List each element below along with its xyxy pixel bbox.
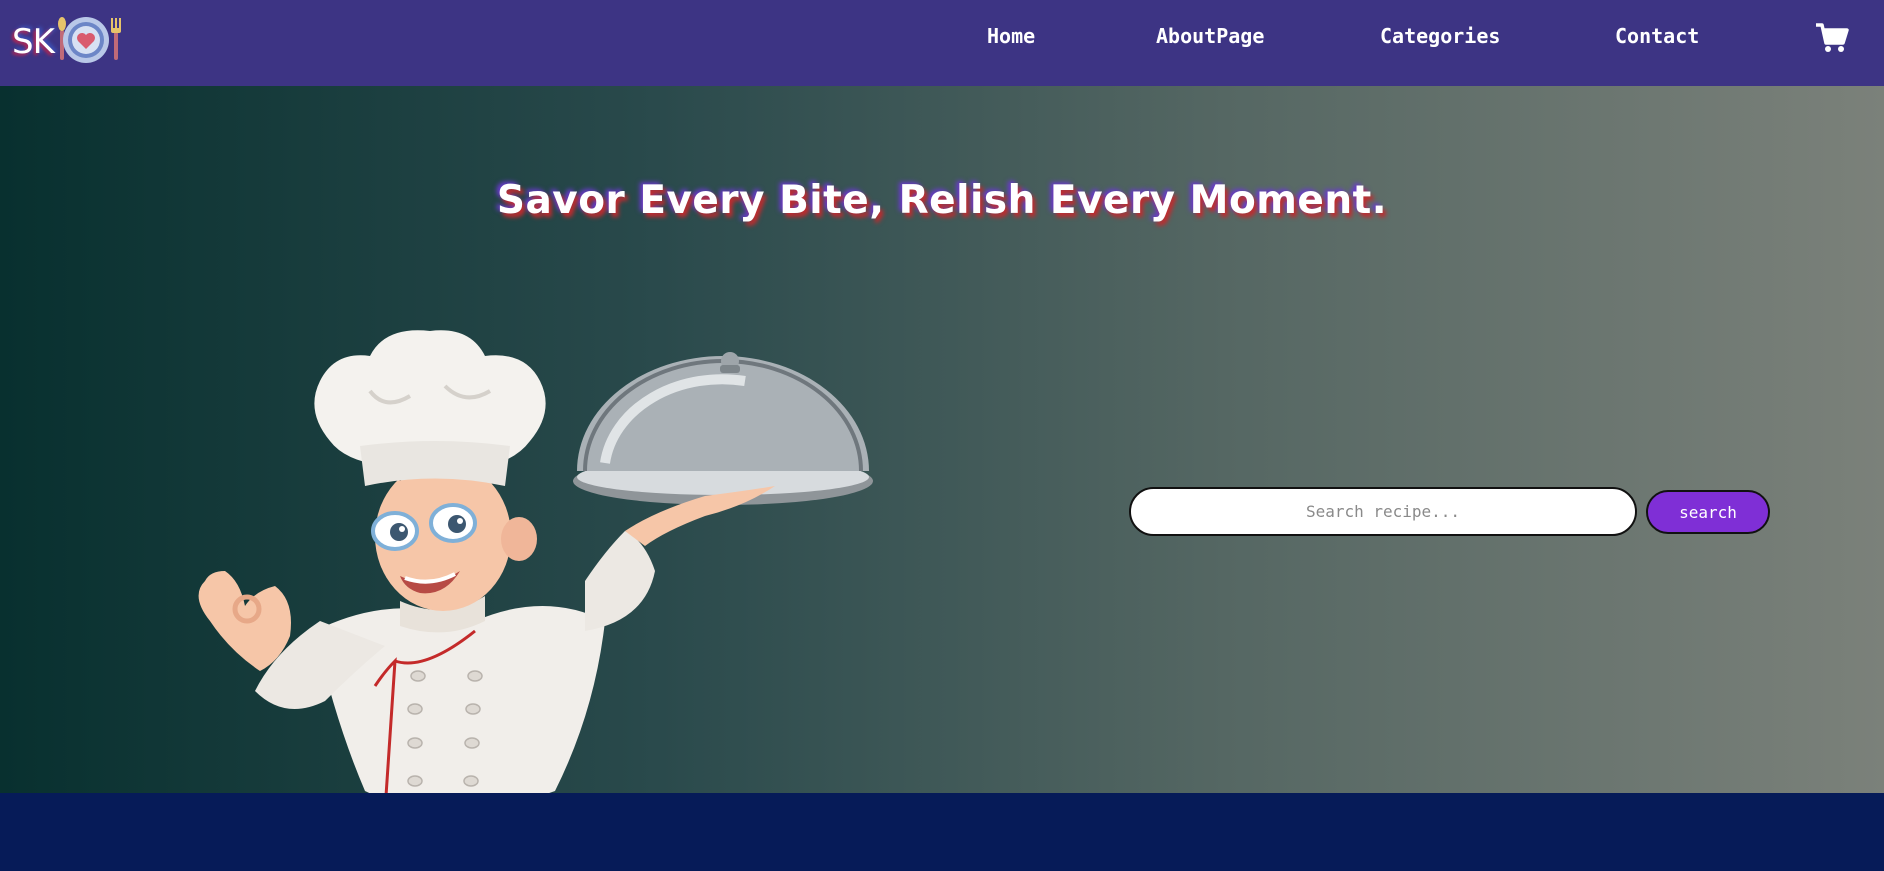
hero-section: Savor Every Bite, Relish Every Moment. S… xyxy=(0,86,1884,812)
site-logo[interactable]: SK xyxy=(8,12,126,68)
chef-illustration xyxy=(198,330,873,812)
nav-link-home[interactable]: Home xyxy=(987,24,1035,48)
nav-link-contact[interactable]: Contact xyxy=(1615,24,1699,48)
nav-link-about[interactable]: AboutPage xyxy=(1156,24,1264,48)
logo-text: SK xyxy=(12,22,55,62)
plate-heart-icon xyxy=(58,17,121,63)
search-input[interactable] xyxy=(1129,487,1637,536)
footer-band xyxy=(0,793,1884,871)
hero-title: Savor Every Bite, Relish Every Moment. xyxy=(496,178,1388,223)
search-button[interactable]: search xyxy=(1646,490,1770,534)
nav-link-categories[interactable]: Categories xyxy=(1380,24,1500,48)
shopping-cart-icon[interactable] xyxy=(1815,22,1849,54)
navbar: SK Home AboutPage Categories Contact xyxy=(0,0,1884,86)
